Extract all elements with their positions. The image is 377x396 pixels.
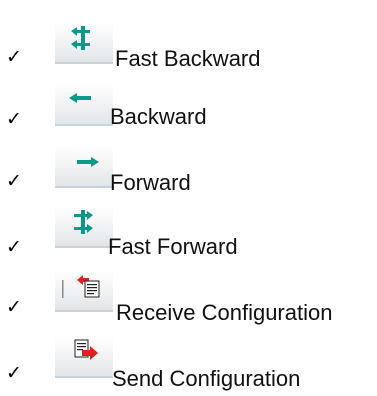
forward-icon — [77, 157, 99, 167]
checkmark-icon: ✓ — [6, 296, 22, 318]
fast-backward-icon — [71, 26, 90, 50]
backward-label: Backward — [110, 104, 207, 129]
fast-forward-icon — [74, 210, 93, 234]
list-item-fast-backward: ✓ Fast Backward — [0, 20, 377, 84]
fast-backward-button[interactable] — [55, 22, 113, 64]
send-configuration-icon — [74, 339, 98, 360]
forward-button[interactable] — [55, 146, 113, 188]
list-item-forward: ✓ Forward — [0, 144, 377, 208]
fast-backward-label: Fast Backward — [115, 46, 261, 71]
receive-configuration-icon — [62, 275, 100, 298]
list-item-fast-forward: ✓ Fast Forward — [0, 206, 377, 270]
receive-configuration-button[interactable] — [55, 270, 113, 312]
checkmark-icon: ✓ — [6, 108, 22, 130]
list-item-send-configuration: ✓ Send Configuration — [0, 330, 377, 394]
forward-label: Forward — [110, 170, 191, 195]
list-item-receive-configuration: ✓ Receive Configuration — [0, 268, 377, 332]
list-item-backward: ✓ Backward — [0, 82, 377, 146]
receive-configuration-label: Receive Configuration — [116, 300, 333, 325]
backward-button[interactable] — [55, 84, 113, 126]
checkmark-icon: ✓ — [6, 170, 22, 192]
checkmark-icon: ✓ — [6, 236, 22, 258]
fast-forward-button[interactable] — [55, 206, 113, 248]
checkmark-icon: ✓ — [6, 362, 22, 384]
send-configuration-button[interactable] — [55, 336, 113, 378]
backward-icon — [69, 93, 91, 103]
fast-forward-label: Fast Forward — [108, 234, 238, 259]
checkmark-icon: ✓ — [6, 46, 22, 68]
send-configuration-label: Send Configuration — [112, 366, 301, 391]
